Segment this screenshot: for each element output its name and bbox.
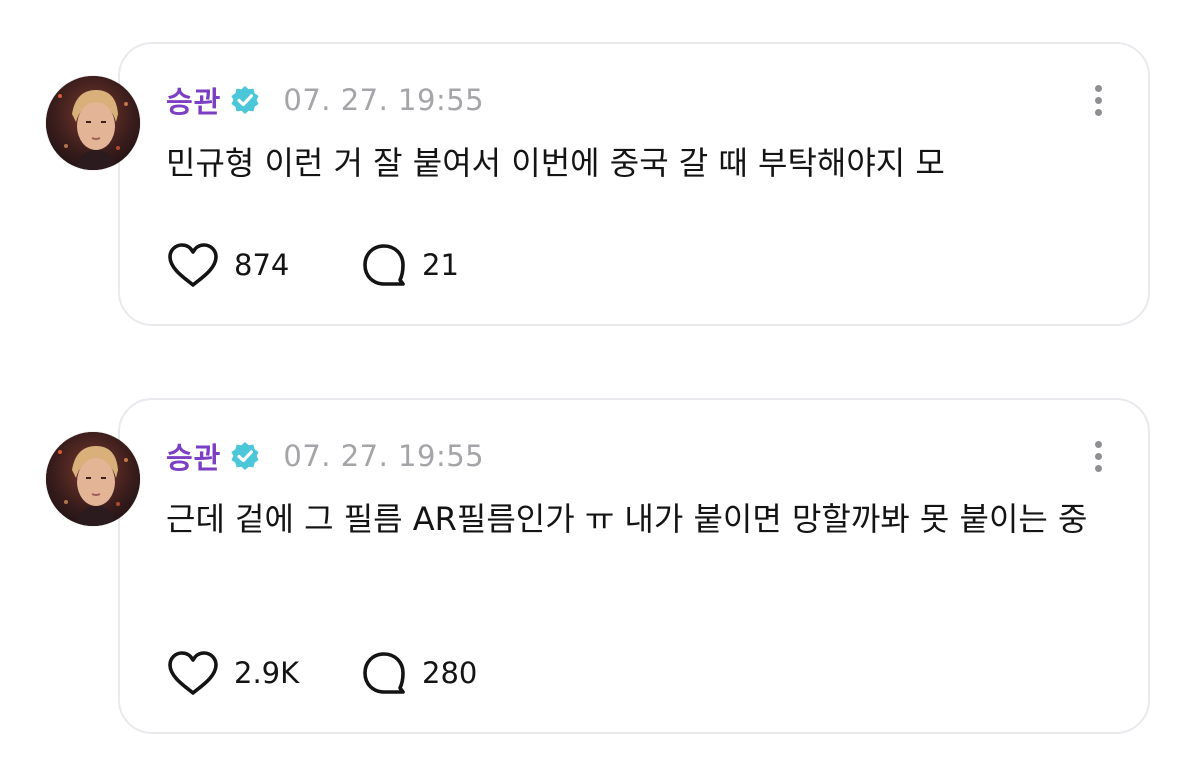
- post-header: 승관 07. 27. 19:55: [166, 436, 484, 476]
- avatar[interactable]: [46, 432, 140, 526]
- comment-bubble-icon: [360, 242, 408, 288]
- heart-icon: [166, 650, 220, 696]
- username[interactable]: 승관: [166, 79, 221, 121]
- post-text: 근데 겉에 그 필름 AR필름인가 ㅠ 내가 붙이면 망할까봐 못 붙이는 중: [166, 500, 1088, 538]
- post-card: 승관 07. 27. 19:55 근데 겉에 그 필름 AR필름인가 ㅠ 내가 …: [118, 398, 1150, 734]
- verified-badge-icon: [229, 84, 261, 116]
- avatar[interactable]: [46, 76, 140, 170]
- like-count: 874: [234, 248, 290, 282]
- post-header: 승관 07. 27. 19:55: [166, 80, 484, 120]
- like-count: 2.9K: [234, 656, 300, 690]
- comment-count: 280: [422, 656, 478, 690]
- comment-bubble-icon: [360, 650, 408, 696]
- post-text: 민규형 이런 거 잘 붙여서 이번에 중국 갈 때 부탁해야지 모: [166, 144, 945, 182]
- post-timestamp: 07. 27. 19:55: [283, 83, 485, 117]
- post-timestamp: 07. 27. 19:55: [283, 439, 485, 473]
- heart-icon: [166, 242, 220, 288]
- post-actions: 874 21: [166, 240, 459, 290]
- more-vertical-icon[interactable]: [1086, 436, 1110, 476]
- like-button[interactable]: 2.9K: [166, 650, 300, 696]
- like-button[interactable]: 874: [166, 242, 296, 288]
- post-actions: 2.9K 280: [166, 648, 477, 698]
- verified-badge-icon: [229, 440, 261, 472]
- comment-button[interactable]: 21: [360, 242, 459, 288]
- comment-button[interactable]: 280: [360, 650, 477, 696]
- username[interactable]: 승관: [166, 435, 221, 477]
- comment-count: 21: [422, 248, 459, 282]
- more-vertical-icon[interactable]: [1086, 80, 1110, 120]
- post-card: 승관 07. 27. 19:55 민규형 이런 거 잘 붙여서 이번에 중국 갈…: [118, 42, 1150, 326]
